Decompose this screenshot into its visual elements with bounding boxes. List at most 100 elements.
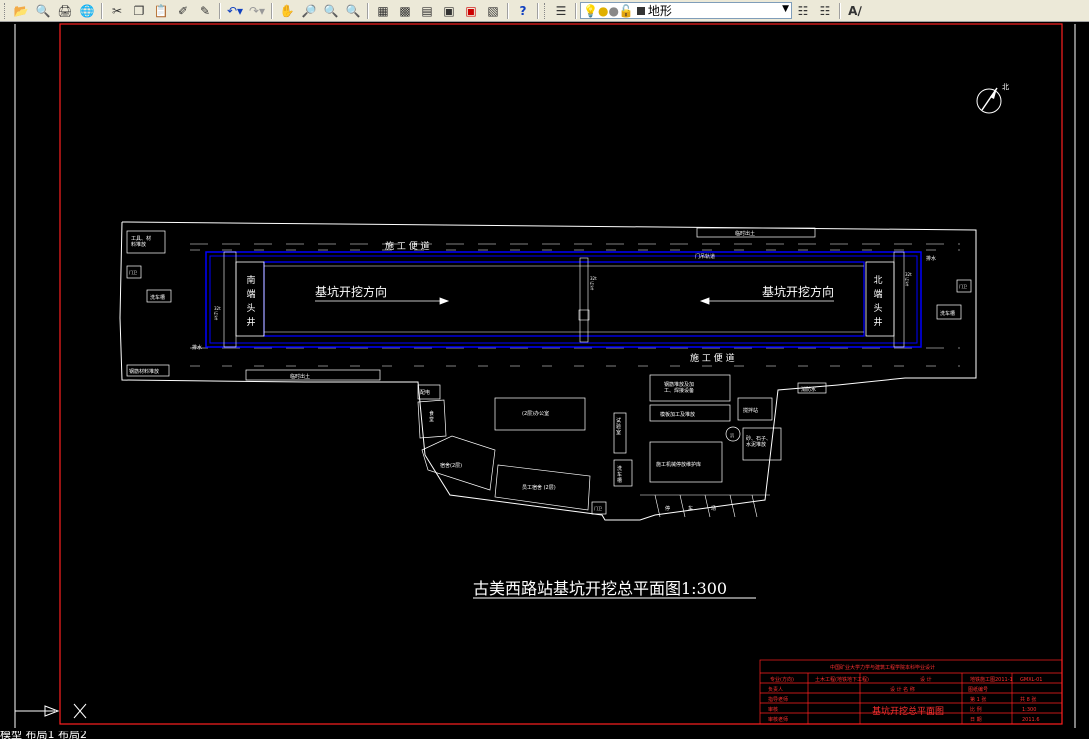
north-well-label-4: 井	[873, 316, 882, 328]
sheetset-icon[interactable]: ▣	[439, 2, 459, 20]
tb-design-label: 设 计	[920, 676, 932, 683]
copy-icon[interactable]: ❐	[129, 2, 149, 20]
tb-sheet-no: GMXL-01	[1020, 677, 1042, 683]
staff-label: 员工宿舍 (2层)	[522, 484, 556, 491]
undo-icon[interactable]: ↶▾	[225, 2, 245, 20]
paste-icon[interactable]: 📋	[151, 2, 171, 20]
wash-bottom: 洗车槽	[617, 465, 622, 484]
tb-sheetno-label: 图纸编号	[968, 686, 988, 693]
brush-icon[interactable]: ✎	[195, 2, 215, 20]
gate-left: 门卫	[129, 269, 137, 275]
power-label: 配电	[420, 389, 430, 396]
parking-2: 车	[688, 505, 693, 512]
mixpit-label: 沉	[730, 432, 734, 438]
calculator-icon[interactable]: ▧	[483, 2, 503, 20]
tb-drawing-title: 基坑开挖总平面图	[872, 705, 944, 717]
canteen-label: 食堂	[429, 410, 434, 423]
toolbar-separator	[367, 2, 369, 19]
tb-row5: 审核老师	[768, 716, 788, 723]
tb-audit: 指导老师	[768, 696, 788, 703]
north-label: 北	[1002, 83, 1009, 91]
south-well-label-1: 南	[246, 274, 255, 286]
tb-date-label: 日 期	[970, 717, 982, 723]
road-bottom-label: 施 工 便 道	[690, 352, 735, 364]
rebar-label: 钢筋堆放及加工、焊接设备	[664, 381, 694, 394]
north-well-label-2: 端	[873, 288, 882, 300]
freeze-icon[interactable]: ●	[608, 4, 618, 18]
drawing-title: 古美西路站基坑开挖总平面图1:300	[473, 579, 727, 598]
toolbar-separator	[271, 2, 273, 19]
north-well-label-3: 头	[873, 303, 882, 314]
tb-proj: 设 计 名 称	[890, 686, 915, 693]
south-well-label-4: 井	[246, 316, 255, 328]
help-icon[interactable]: ?	[513, 2, 533, 20]
spoil-right-label: 临时出土	[735, 230, 755, 237]
color-swatch-icon[interactable]	[636, 6, 645, 15]
drain-right-label: 排水	[926, 255, 936, 262]
wash-left: 洗车槽	[150, 294, 165, 301]
layout-tabs[interactable]: 模型 布局1 布局2	[0, 731, 300, 739]
tb-major-label: 专业(方向)	[770, 676, 794, 683]
gate-bottom: 门卫	[594, 505, 602, 511]
hydrant-label: 消防水	[801, 386, 816, 393]
south-well-label-2: 端	[246, 288, 255, 300]
gate-right: 门卫	[959, 283, 967, 289]
tb-leader: 负责人	[768, 686, 783, 693]
pan-icon[interactable]: ✋	[277, 2, 297, 20]
tb-school: 中国矿业大学力学与建筑工程学院本科毕业设计	[830, 664, 935, 671]
matchprop-icon[interactable]: ✐	[173, 2, 193, 20]
toolbar-separator	[839, 2, 841, 19]
layer-name: 地形	[647, 4, 672, 18]
tb-school-label: 审核	[768, 706, 778, 713]
zoom-realtime-icon[interactable]: 🔎	[299, 2, 319, 20]
open-icon[interactable]: 📂	[11, 2, 31, 20]
toolbar-separator	[219, 2, 221, 19]
tb-total: 共 8 张	[1020, 696, 1036, 703]
chevron-down-icon[interactable]: ▼	[782, 4, 789, 14]
layer-manager-icon[interactable]: ☰	[551, 2, 571, 20]
tool-palette-icon[interactable]: ▤	[417, 2, 437, 20]
sun-icon[interactable]: ●	[598, 4, 608, 18]
publish-icon[interactable]: 🌐	[77, 2, 97, 20]
zoom-previous-icon[interactable]: 🔍	[343, 2, 363, 20]
spoil-left-label: 临时出土	[290, 373, 310, 380]
drawing-canvas[interactable]: 北 施 工 便 道 施 工 便 道 临时出土 临时出土 南 端 头 井 北 端 …	[0, 22, 1089, 739]
tb-scale-label: 比 例	[970, 706, 982, 713]
parking-1: 停	[665, 505, 670, 512]
parking-3: 场	[711, 505, 716, 512]
toolbar-separator	[507, 2, 509, 19]
layer-previous-icon[interactable]: ☷	[815, 2, 835, 20]
redo-icon[interactable]: ↷▾	[247, 2, 267, 20]
toolbar-separator	[101, 2, 103, 19]
storage-bottom-left: 钢筋材料堆放	[129, 368, 159, 375]
drain-left-label: 排水	[192, 344, 202, 351]
text-style-icon[interactable]: A∕	[845, 2, 865, 20]
road-top-label: 施 工 便 道	[385, 240, 430, 252]
make-current-icon[interactable]: ☷	[793, 2, 813, 20]
toolbar-grip[interactable]	[544, 2, 548, 19]
toolbar-separator	[575, 2, 577, 19]
tb-date: 2011.6	[1022, 717, 1040, 723]
zoom-window-icon[interactable]: 🔍	[321, 2, 341, 20]
south-well-label-3: 头	[246, 303, 255, 314]
machine-label: 施工机械停放维护库	[656, 461, 701, 468]
dorm-label: 宿舍(2层)	[440, 462, 462, 469]
properties-icon[interactable]: ▦	[373, 2, 393, 20]
tb-scale: 1:300	[1022, 707, 1036, 713]
print-icon[interactable]: 🖨	[55, 2, 75, 20]
cut-icon[interactable]: ✂	[107, 2, 127, 20]
toolbar-grip[interactable]	[4, 2, 8, 19]
tb-sheet: 第 1 张	[970, 696, 986, 703]
office-label: (2层)办公室	[522, 410, 549, 417]
design-center-icon[interactable]: ▩	[395, 2, 415, 20]
markup-icon[interactable]: ▣	[461, 2, 481, 20]
bulb-icon[interactable]: 💡	[583, 4, 598, 18]
dig-direction-right: 基坑开挖方向	[762, 284, 834, 299]
wash-right: 洗车槽	[940, 310, 955, 317]
lab-label: 试验室	[616, 417, 621, 436]
standard-toolbar: 📂 🔍 🖨 🌐 ✂ ❐ 📋 ✐ ✎ ↶▾ ↷▾ ✋ 🔎 🔍 🔍 ▦ ▩ ▤ ▣ …	[0, 0, 1089, 22]
preview-icon[interactable]: 🔍	[33, 2, 53, 20]
layer-dropdown[interactable]: 💡 ● ● 🔓 地形 ▼	[580, 2, 792, 19]
dig-direction-left: 基坑开挖方向	[315, 284, 387, 299]
lock-icon[interactable]: 🔓	[619, 4, 634, 18]
